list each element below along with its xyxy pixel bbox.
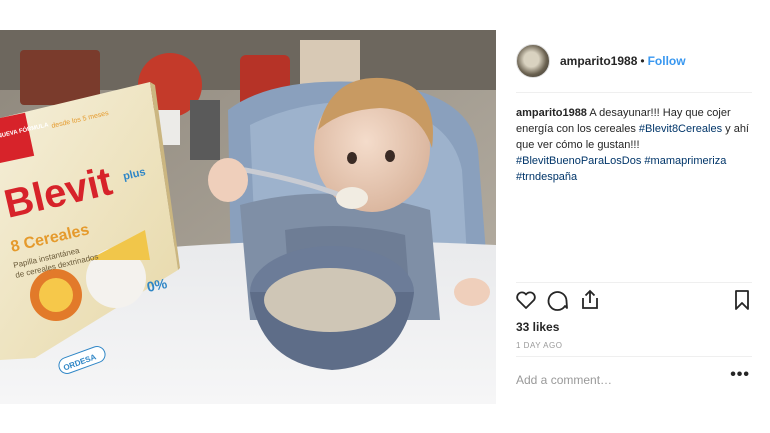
- post-actions: [514, 288, 754, 318]
- post-sidebar: amparito1988 • Follow amparito1988 A des…: [496, 30, 770, 404]
- heart-icon[interactable]: [514, 288, 538, 312]
- instagram-post: 0% Blevit plus 8 Cereales Papilla instan…: [0, 30, 770, 404]
- actions-divider: [516, 282, 752, 283]
- hashtag-link[interactable]: #BlevitBuenoParaLosDos: [516, 155, 641, 167]
- separator-dot: •: [640, 54, 645, 68]
- hashtag-link[interactable]: #mamaprimeriza: [644, 155, 726, 167]
- comment-icon[interactable]: [546, 288, 570, 312]
- caption-username[interactable]: amparito1988: [516, 107, 587, 119]
- more-options-icon[interactable]: •••: [730, 366, 750, 384]
- photo-illustration: 0% Blevit plus 8 Cereales Papilla instan…: [0, 30, 496, 404]
- comment-divider: [516, 356, 752, 357]
- avatar[interactable]: [516, 44, 550, 78]
- post-photo[interactable]: 0% Blevit plus 8 Cereales Papilla instan…: [0, 30, 496, 404]
- header-divider: [516, 92, 752, 93]
- likes-count[interactable]: 33 likes: [516, 320, 559, 334]
- post-time[interactable]: 1 DAY AGO: [516, 341, 562, 350]
- author-username[interactable]: amparito1988: [560, 54, 637, 68]
- post-caption: amparito1988 A desayunar!!! Hay que coje…: [516, 105, 756, 185]
- share-icon[interactable]: [578, 288, 602, 312]
- hashtag-link[interactable]: #Blevit8Cereales: [639, 123, 722, 135]
- hashtag-link[interactable]: #trndespaña: [516, 171, 577, 183]
- bookmark-icon[interactable]: [730, 288, 754, 312]
- post-header: amparito1988 • Follow: [516, 44, 686, 78]
- follow-button[interactable]: Follow: [648, 54, 686, 68]
- add-comment-input[interactable]: Add a comment…: [516, 373, 612, 387]
